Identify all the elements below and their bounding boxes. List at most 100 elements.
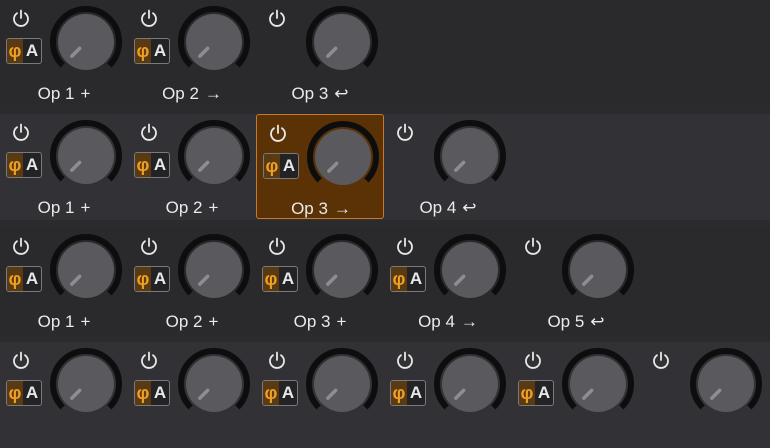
operator-cell[interactable]: φ A Op 3 →	[256, 114, 384, 219]
power-icon[interactable]	[139, 122, 159, 142]
routing-symbol: +	[336, 312, 347, 331]
operator-cell[interactable]: φA	[0, 342, 128, 447]
power-icon[interactable]	[267, 8, 287, 28]
power-icon[interactable]	[11, 350, 31, 370]
operator-cell[interactable]: φ A Op 3 +	[256, 228, 384, 333]
operator-cell[interactable]: φ A Op 2 →	[128, 0, 256, 105]
level-knob[interactable]	[48, 118, 124, 194]
power-icon[interactable]	[395, 350, 415, 370]
empty-cell	[640, 0, 768, 105]
level-knob[interactable]	[176, 4, 252, 80]
operator-name: Op 2	[165, 198, 203, 217]
operator-label: Op 1 +	[0, 310, 128, 334]
matrix-row: φ A Op 1 + φ A Op 2 + φ A Op 3 + φ A Op 4 → Op 5 ↩	[0, 228, 770, 334]
power-icon[interactable]	[139, 8, 159, 28]
level-knob[interactable]	[432, 232, 508, 308]
empty-cell	[640, 228, 768, 333]
power-icon[interactable]	[267, 236, 287, 256]
phase-amp-toggle-button[interactable]: φA	[6, 38, 42, 64]
routing-symbol: +	[208, 312, 219, 331]
operator-cell[interactable]	[640, 342, 768, 447]
phi-phase-icon: φ	[391, 267, 407, 291]
phi-phase-icon: φ	[391, 381, 407, 405]
phase-amp-toggle-button[interactable]: φA	[262, 266, 298, 292]
operator-cell[interactable]: Op 5 ↩	[512, 228, 640, 333]
phi-phase-icon: φ	[263, 381, 279, 405]
routing-symbol: +	[80, 312, 91, 331]
power-icon[interactable]	[395, 122, 415, 142]
operator-cell[interactable]: φ A Op 2 +	[128, 114, 256, 219]
operator-name: Op 5	[547, 312, 585, 331]
level-knob[interactable]	[560, 232, 636, 308]
power-icon[interactable]	[11, 236, 31, 256]
level-knob[interactable]	[304, 4, 380, 80]
level-knob[interactable]	[560, 346, 636, 422]
amp-label: A	[409, 383, 423, 402]
power-icon[interactable]	[268, 123, 288, 143]
phase-amp-toggle-button[interactable]: φA	[263, 153, 299, 179]
operator-name: Op 3	[293, 312, 331, 331]
operator-cell[interactable]: φA	[128, 342, 256, 447]
phase-amp-toggle-button[interactable]: φA	[6, 152, 42, 178]
empty-cell	[512, 114, 640, 219]
operator-cell[interactable]: φA	[256, 342, 384, 447]
routing-symbol: +	[208, 198, 219, 217]
empty-cell	[512, 0, 640, 105]
amp-label: A	[282, 156, 296, 175]
power-icon[interactable]	[11, 122, 31, 142]
power-icon[interactable]	[11, 8, 31, 28]
level-knob[interactable]	[176, 232, 252, 308]
operator-label: Op 2 +	[128, 196, 256, 220]
level-knob[interactable]	[304, 232, 380, 308]
level-knob[interactable]	[432, 346, 508, 422]
level-knob[interactable]	[48, 346, 124, 422]
level-knob[interactable]	[305, 119, 381, 195]
phase-amp-toggle-button[interactable]: φA	[134, 380, 170, 406]
phi-phase-icon: φ	[519, 381, 535, 405]
operator-cell[interactable]: φ A Op 1 +	[0, 114, 128, 219]
routing-symbol: ↩	[462, 198, 477, 217]
amp-label: A	[281, 383, 295, 402]
level-knob[interactable]	[48, 4, 124, 80]
operator-label: Op 3 +	[256, 310, 384, 334]
level-knob[interactable]	[432, 118, 508, 194]
phi-phase-icon: φ	[135, 39, 151, 63]
operator-cell[interactable]: φ A Op 1 +	[0, 0, 128, 105]
level-knob[interactable]	[48, 232, 124, 308]
amp-label: A	[25, 383, 39, 402]
operator-cell[interactable]: φA	[384, 342, 512, 447]
level-knob[interactable]	[304, 346, 380, 422]
operator-cell[interactable]: φ A Op 4 →	[384, 228, 512, 333]
phase-amp-toggle-button[interactable]: φA	[134, 152, 170, 178]
operator-label: Op 4 ↩	[384, 196, 512, 220]
phi-phase-icon: φ	[135, 381, 151, 405]
phi-phase-icon: φ	[7, 267, 23, 291]
phase-amp-toggle-button[interactable]: φA	[390, 266, 426, 292]
power-icon[interactable]	[523, 350, 543, 370]
power-icon[interactable]	[139, 236, 159, 256]
operator-cell[interactable]: φA	[512, 342, 640, 447]
operator-name: Op 1	[37, 198, 75, 217]
operator-cell[interactable]: φ A Op 2 +	[128, 228, 256, 333]
level-knob[interactable]	[688, 346, 764, 422]
power-icon[interactable]	[139, 350, 159, 370]
operator-cell[interactable]: φ A Op 1 +	[0, 228, 128, 333]
amp-label: A	[25, 269, 39, 288]
phase-amp-toggle-button[interactable]: φA	[6, 380, 42, 406]
power-icon[interactable]	[267, 350, 287, 370]
operator-cell[interactable]: Op 4 ↩	[384, 114, 512, 219]
phase-amp-toggle-button[interactable]: φA	[262, 380, 298, 406]
phase-amp-toggle-button[interactable]: φA	[390, 380, 426, 406]
level-knob[interactable]	[176, 346, 252, 422]
phase-amp-toggle-button[interactable]: φA	[134, 266, 170, 292]
routing-symbol: +	[80, 84, 91, 103]
power-icon[interactable]	[395, 236, 415, 256]
operator-cell[interactable]: Op 3 ↩	[256, 0, 384, 105]
power-icon[interactable]	[523, 236, 543, 256]
amp-label: A	[537, 383, 551, 402]
power-icon[interactable]	[651, 350, 671, 370]
level-knob[interactable]	[176, 118, 252, 194]
phase-amp-toggle-button[interactable]: φA	[6, 266, 42, 292]
phase-amp-toggle-button[interactable]: φA	[518, 380, 554, 406]
phase-amp-toggle-button[interactable]: φA	[134, 38, 170, 64]
